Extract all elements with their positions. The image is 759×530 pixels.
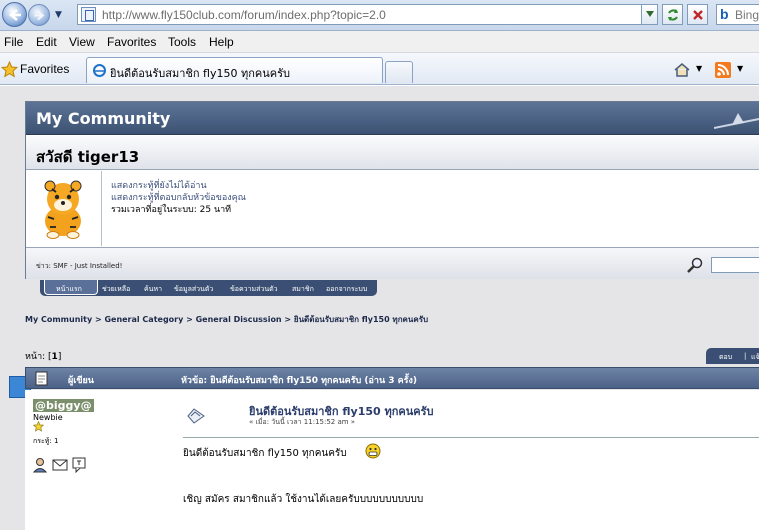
post-subject-icon	[187, 408, 205, 424]
post-body-line2: เชิญ สมัคร สมาชิกแล้ว ใช้งานได้เลยครับบบ…	[183, 494, 424, 505]
favorites-star-icon[interactable]	[1, 61, 18, 78]
stop-button[interactable]	[687, 4, 708, 25]
grin-smiley-icon	[365, 443, 381, 459]
address-toolbar: ▼ http://www.fly150club.com/forum/index.…	[0, 0, 759, 31]
forum-header: My Community สวัสดี tiger13 แสดงกระทู้ที…	[25, 101, 759, 279]
user-info: แสดงกระทู้ที่ยังไม่ได้อ่าน แสดงกระทู้ที่…	[26, 171, 759, 246]
page-icon	[81, 7, 96, 22]
profile-icon[interactable]	[33, 457, 49, 473]
poster-info: @biggy@ Newbie กระทู้: 1	[33, 399, 94, 445]
email-icon[interactable]	[52, 457, 68, 473]
browser-tab[interactable]: ยินดีต้อนรับสมาชิก fly150 ทุกคนครับ	[86, 57, 383, 83]
news-text: ข่าว: SMF - Just Installed!	[36, 262, 123, 270]
forward-button[interactable]	[28, 4, 50, 26]
notify-button[interactable]: แจ้ง	[751, 352, 759, 363]
menu-profile[interactable]: ข้อมูลส่วนตัว	[174, 284, 213, 295]
forum-title: My Community	[36, 109, 171, 128]
web-page: My Community สวัสดี tiger13 แสดงกระทู้ที…	[0, 86, 759, 530]
menu-help-forum[interactable]: ช่วยเหลือ	[102, 284, 130, 295]
breadcrumb[interactable]: My Community > General Category > Genera…	[25, 313, 428, 326]
feed-dropdown-icon[interactable]: ▼	[737, 64, 743, 73]
forum-title-bar: My Community	[26, 102, 759, 135]
post: @biggy@ Newbie กระทู้: 1 ยินดีต้อนรับสมา…	[25, 390, 759, 530]
current-page[interactable]: 1	[52, 352, 58, 362]
menu-search[interactable]: ค้นหา	[144, 284, 162, 295]
reply-button[interactable]: ตอบ	[719, 352, 732, 363]
menu-view[interactable]: View	[69, 35, 95, 49]
user-links: แสดงกระทู้ที่ยังไม่ได้อ่าน แสดงกระทู้ที่…	[111, 180, 246, 216]
rss-feed-icon[interactable]	[715, 62, 731, 78]
menu-messages[interactable]: ข้อความส่วนตัว	[230, 284, 278, 295]
menu-home[interactable]: หน้าแรก	[56, 284, 82, 295]
ie-page-icon	[93, 64, 106, 77]
main-menu: หน้าแรก ช่วยเหลือ ค้นหา ข้อมูลส่วนตัว ข้…	[40, 280, 377, 296]
post-date: « เมื่อ: วันนี้ เวลา 11:15:52 am »	[249, 418, 356, 426]
pagination: หน้า: [1]	[25, 352, 62, 362]
topic-header: ผู้เขียน หัวข้อ: ยินดีต้อนรับสมาชิก fly1…	[25, 367, 759, 389]
stop-icon	[693, 10, 703, 20]
bing-logo-icon: b	[720, 6, 729, 22]
search-engine-label: Bing	[735, 8, 759, 22]
post-divider	[183, 437, 759, 438]
author-column-header: ผู้เขียน	[68, 376, 94, 386]
favorites-label[interactable]: Favorites	[20, 62, 69, 76]
back-button[interactable]	[2, 2, 27, 27]
forum-search-input[interactable]	[711, 257, 759, 273]
post-body-line1: ยินดีต้อนรับสมาชิก fly150 ทุกคนครับ	[183, 448, 347, 459]
url-text: http://www.fly150club.com/forum/index.ph…	[102, 8, 386, 22]
chevron-down-icon	[646, 11, 654, 17]
unread-replies-link[interactable]: แสดงกระทู้ที่ตอบกลับหัวข้อของคุณ	[111, 192, 246, 204]
url-dropdown-button[interactable]	[641, 4, 658, 25]
online-time: รวมเวลาที่อยู่ในระบบ: 25 นาที	[111, 205, 232, 215]
menu-file[interactable]: File	[4, 35, 23, 49]
menu-edit[interactable]: Edit	[36, 35, 57, 49]
menu-bar: File Edit View Favorites Tools Help	[0, 31, 759, 53]
search-icon[interactable]	[687, 257, 703, 273]
pages-label: หน้า:	[25, 352, 46, 362]
personal-message-icon[interactable]	[72, 457, 86, 473]
tab-title: ยินดีต้อนรับสมาชิก fly150 ทุกคนครับ	[110, 67, 291, 80]
menu-members[interactable]: สมาชิก	[292, 284, 314, 295]
forward-arrow-icon	[34, 10, 45, 21]
search-box[interactable]: b Bing	[716, 4, 759, 25]
tiger-avatar-icon	[44, 180, 82, 239]
rank-star-icon	[33, 421, 44, 432]
refresh-button[interactable]	[662, 4, 683, 25]
new-tab-button[interactable]	[385, 61, 413, 83]
poster-name[interactable]: @biggy@	[33, 399, 94, 412]
avatar	[26, 171, 102, 246]
news-bar: ข่าว: SMF - Just Installed!	[26, 247, 759, 279]
menu-help[interactable]: Help	[209, 35, 234, 49]
unread-posts-link[interactable]: แสดงกระทู้ที่ยังไม่ได้อ่าน	[111, 180, 246, 192]
topic-buttons: ตอบ | แจ้ง	[706, 348, 759, 364]
menu-logout[interactable]: ออกจากระบบ	[326, 284, 367, 295]
home-icon[interactable]	[673, 62, 691, 78]
menu-favorites[interactable]: Favorites	[107, 35, 156, 49]
smf-logo-icon	[714, 113, 759, 129]
greeting: สวัสดี tiger13	[36, 148, 140, 166]
poster-post-count: กระทู้: 1	[33, 437, 59, 445]
topic-document-icon	[35, 371, 48, 386]
history-dropdown-icon[interactable]: ▼	[55, 10, 62, 20]
greeting-bar: สวัสดี tiger13	[26, 136, 759, 170]
home-dropdown-icon[interactable]: ▼	[696, 64, 702, 73]
back-arrow-icon	[9, 9, 21, 21]
url-field[interactable]: http://www.fly150club.com/forum/index.ph…	[77, 4, 657, 25]
refresh-icon	[668, 9, 678, 21]
menu-tools[interactable]: Tools	[168, 35, 196, 49]
topic-button-separator: |	[744, 352, 747, 360]
favorites-bar: Favorites ยินดีต้อนรับสมาชิก fly150 ทุกค…	[0, 53, 759, 85]
topic-title: หัวข้อ: ยินดีต้อนรับสมาชิก fly150 ทุกคนค…	[181, 376, 417, 386]
